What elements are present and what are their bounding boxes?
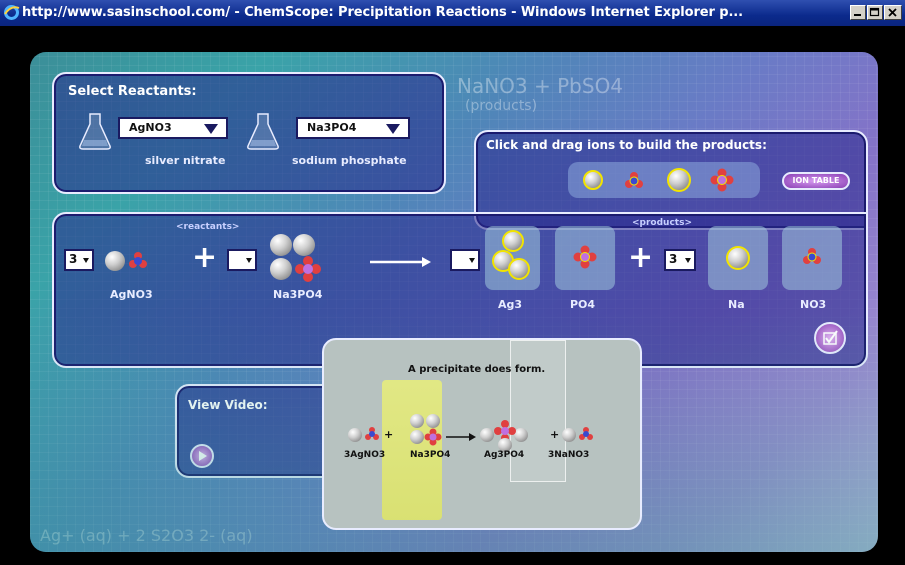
chevron-down-icon bbox=[83, 258, 89, 263]
play-video-button[interactable] bbox=[190, 444, 214, 468]
reactant1-name: silver nitrate bbox=[145, 154, 226, 167]
silver-ion[interactable] bbox=[583, 170, 603, 190]
maximize-button[interactable] bbox=[867, 5, 883, 20]
minimize-icon bbox=[854, 14, 861, 16]
select-reactants-heading: Select Reactants: bbox=[68, 84, 197, 99]
video-plus-sign: + bbox=[384, 428, 394, 441]
chevron-down-icon bbox=[685, 258, 691, 263]
test-tube bbox=[510, 340, 566, 482]
nitrate-ion bbox=[129, 252, 147, 268]
view-video-heading: View Video: bbox=[188, 398, 268, 412]
products-label: <products> bbox=[632, 218, 692, 228]
window-title: http://www.sasinschool.com/ - ChemScope:… bbox=[22, 5, 743, 20]
internet-explorer-icon bbox=[4, 5, 20, 20]
reactant2-formula: Na3PO4 bbox=[307, 121, 357, 134]
phosphate-ion[interactable] bbox=[710, 168, 734, 192]
background-equation-top: NaNO3 + PbSO4 bbox=[457, 74, 624, 98]
sodium-ion bbox=[562, 428, 576, 442]
build-products-heading: Click and drag ions to build the product… bbox=[486, 138, 767, 152]
chevron-down-icon bbox=[469, 258, 475, 263]
chevron-down-icon bbox=[386, 124, 400, 134]
play-icon bbox=[199, 451, 207, 461]
plus-sign: + bbox=[192, 240, 218, 275]
sodium-ion bbox=[270, 234, 292, 256]
video-caption-2: Na3PO4 bbox=[410, 450, 451, 460]
silver-ion bbox=[514, 428, 528, 442]
product-label-no3: NO3 bbox=[800, 298, 827, 311]
video-caption-3: Ag3PO4 bbox=[484, 450, 525, 460]
plus-sign: + bbox=[628, 240, 654, 275]
video-arrow-icon bbox=[446, 433, 476, 441]
phosphate-ion bbox=[573, 245, 597, 269]
flask-icon bbox=[247, 113, 279, 150]
video-player: A precipitate does form. + + 3AgNO3 Na3P… bbox=[322, 338, 642, 530]
silver-ion bbox=[105, 251, 125, 271]
check-answer-button[interactable] bbox=[814, 322, 846, 354]
silver-ion bbox=[508, 258, 530, 280]
close-button[interactable] bbox=[884, 5, 902, 20]
maximize-icon bbox=[869, 7, 880, 17]
reactant2-dropdown[interactable]: Na3PO4 bbox=[296, 117, 410, 139]
product-label-na: Na bbox=[728, 298, 745, 311]
chevron-down-icon bbox=[246, 258, 252, 263]
coefficient1-value: 3 bbox=[69, 252, 78, 266]
minimize-button[interactable] bbox=[850, 5, 866, 20]
background-products-label: (products) bbox=[465, 98, 538, 114]
reactant2-equation-label: Na3PO4 bbox=[273, 288, 323, 301]
video-caption-1: 3AgNO3 bbox=[344, 450, 386, 460]
sodium-ion bbox=[410, 430, 424, 444]
close-icon bbox=[888, 8, 897, 17]
nitrate-ion bbox=[579, 427, 593, 440]
product-label-ag3: Ag3 bbox=[498, 298, 523, 311]
coefficient2-select[interactable] bbox=[227, 249, 257, 271]
product-label-po4: PO4 bbox=[570, 298, 596, 311]
precipitate-status: A precipitate does form. bbox=[408, 364, 546, 375]
reactant1-equation-label: AgNO3 bbox=[110, 288, 153, 301]
reactant1-formula: AgNO3 bbox=[129, 121, 172, 134]
sodium-ion bbox=[726, 246, 750, 270]
nitrate-ion bbox=[803, 248, 821, 264]
coefficient4-value: 3 bbox=[669, 252, 678, 266]
sodium-ion[interactable] bbox=[667, 168, 691, 192]
flask-icon bbox=[79, 113, 111, 150]
sodium-ion bbox=[270, 258, 292, 280]
coefficient3-select[interactable] bbox=[450, 249, 480, 271]
reactants-label: <reactants> bbox=[176, 222, 240, 232]
nitrate-ion bbox=[365, 427, 379, 440]
window-title-bar: http://www.sasinschool.com/ - ChemScope:… bbox=[0, 0, 905, 26]
coefficient1-select[interactable]: 3 bbox=[64, 249, 94, 271]
reactant2-name: sodium phosphate bbox=[292, 154, 407, 167]
video-caption-4: 3NaNO3 bbox=[548, 450, 590, 460]
sodium-ion bbox=[293, 234, 315, 256]
silver-ion bbox=[348, 428, 362, 442]
phosphate-ion bbox=[295, 256, 321, 282]
chevron-down-icon bbox=[204, 124, 218, 134]
silver-ion bbox=[502, 230, 524, 252]
sodium-ion bbox=[410, 414, 424, 428]
coefficient4-select[interactable]: 3 bbox=[664, 249, 696, 271]
sodium-ion bbox=[426, 414, 440, 428]
silver-ion bbox=[480, 428, 494, 442]
phosphate-ion bbox=[424, 428, 442, 446]
nitrate-ion[interactable] bbox=[624, 170, 644, 190]
video-plus-sign: + bbox=[550, 428, 560, 441]
reactant1-dropdown[interactable]: AgNO3 bbox=[118, 117, 228, 139]
ion-table-button[interactable]: ION TABLE bbox=[782, 172, 850, 190]
checkbox-icon bbox=[823, 330, 838, 345]
reaction-arrow-icon bbox=[370, 257, 431, 267]
background-equation-bottom: Ag+ (aq) + 2 S2O3 2- (aq) bbox=[40, 526, 253, 545]
